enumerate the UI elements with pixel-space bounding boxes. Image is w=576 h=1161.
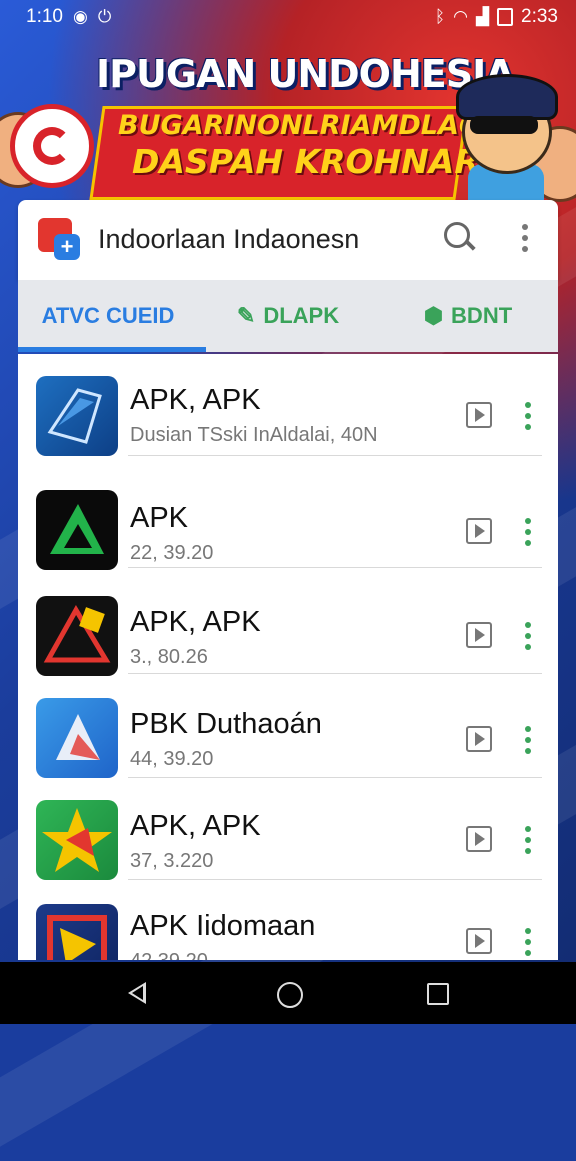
power-icon: ⏻ bbox=[97, 7, 112, 26]
item-menu-icon[interactable] bbox=[525, 518, 531, 546]
clock-right: 2:33 bbox=[521, 6, 558, 27]
item-subtitle: 3., 80.26 bbox=[130, 646, 208, 668]
tab-label: DLAPK bbox=[263, 303, 340, 328]
tab-active-cueid[interactable]: ATVC CUEID bbox=[18, 280, 206, 352]
banner-subtitle-line2: DASPAH KROHNARI! bbox=[132, 142, 508, 181]
bluetooth-icon: ᛒ bbox=[434, 7, 446, 26]
app-title: Indoorlaan Indaonesn bbox=[98, 224, 360, 254]
shield-icon: ⬢ bbox=[423, 303, 444, 328]
brand-logo-icon bbox=[10, 104, 94, 188]
item-title: APK, APK bbox=[130, 810, 261, 842]
item-subtitle: 42.39.20 bbox=[130, 950, 208, 960]
list-item[interactable]: APK, APK 37, 3.220 bbox=[18, 778, 558, 880]
list-item[interactable]: PBK Duthaoán 44, 39.20 bbox=[18, 676, 558, 778]
tab-bar: ATVC CUEID ✎ DLAPK ⬢ BDNT bbox=[18, 280, 558, 352]
item-title: APK, APK bbox=[130, 384, 261, 416]
app-header: + Indoorlaan Indaonesn bbox=[18, 200, 558, 280]
play-icon[interactable] bbox=[466, 726, 492, 752]
app-icon bbox=[36, 698, 118, 778]
wifi-icon: ◠ bbox=[453, 7, 468, 26]
play-icon[interactable] bbox=[466, 622, 492, 648]
app-icon bbox=[36, 800, 118, 880]
item-subtitle: Dusian TSski InAldalai, 40N bbox=[130, 424, 378, 446]
signal-icon: ▟ bbox=[475, 7, 490, 26]
list-item[interactable]: APK Iidomaan 42.39.20 bbox=[18, 880, 558, 960]
app-logo-icon: + bbox=[38, 218, 82, 262]
tab-label: BDNT bbox=[451, 303, 513, 328]
back-icon-inner bbox=[132, 986, 143, 1000]
mascot-image bbox=[452, 68, 558, 204]
edit-icon: ✎ bbox=[236, 303, 256, 328]
item-title: APK bbox=[130, 502, 189, 534]
system-nav-bar bbox=[0, 962, 576, 1024]
app-icon bbox=[36, 490, 118, 570]
item-menu-icon[interactable] bbox=[525, 622, 531, 650]
play-icon[interactable] bbox=[466, 402, 492, 428]
app-list: APK, APK Dusian TSski InAldalai, 40N APK… bbox=[18, 354, 558, 960]
item-menu-icon[interactable] bbox=[525, 402, 531, 430]
list-item[interactable]: APK, APK 3., 80.26 bbox=[18, 572, 558, 676]
app-icon bbox=[36, 596, 118, 676]
item-title: APK Iidomaan bbox=[130, 910, 316, 942]
list-item[interactable]: APK 22, 39.20 bbox=[18, 466, 558, 570]
item-title: APK, APK bbox=[130, 606, 261, 638]
play-icon[interactable] bbox=[466, 928, 492, 954]
battery-icon bbox=[497, 8, 514, 26]
item-menu-icon[interactable] bbox=[525, 826, 531, 854]
search-icon[interactable] bbox=[444, 222, 476, 252]
item-subtitle: 22, 39.20 bbox=[130, 542, 214, 564]
item-menu-icon[interactable] bbox=[525, 726, 531, 754]
play-icon[interactable] bbox=[466, 518, 492, 544]
home-icon[interactable] bbox=[277, 982, 303, 1008]
item-subtitle: 37, 3.220 bbox=[130, 850, 214, 872]
tab-dlapk[interactable]: ✎ DLAPK bbox=[198, 280, 378, 352]
clock-left: 1:10 bbox=[26, 6, 63, 27]
app-icon bbox=[36, 904, 118, 960]
item-title: PBK Duthaoán bbox=[130, 708, 322, 740]
recent-apps-icon[interactable] bbox=[427, 983, 449, 1005]
tab-bdnt[interactable]: ⬢ BDNT bbox=[378, 280, 558, 352]
record-icon: ◉ bbox=[72, 7, 88, 26]
app-icon bbox=[36, 376, 118, 456]
play-icon[interactable] bbox=[466, 826, 492, 852]
list-item[interactable]: APK, APK Dusian TSski InAldalai, 40N bbox=[18, 354, 558, 456]
item-subtitle: 44, 39.20 bbox=[130, 748, 214, 770]
tab-label: ATVC CUEID bbox=[41, 303, 175, 328]
status-bar: 1:10 ◉ ⏻ ᛒ ◠ ▟ 2:33 bbox=[0, 0, 576, 34]
overflow-menu-icon[interactable] bbox=[522, 224, 528, 252]
item-menu-icon[interactable] bbox=[525, 928, 531, 956]
promo-banner[interactable]: IPUGAN UNDOHESIA BUGARINONLRIAMDLAGAN DA… bbox=[0, 34, 576, 204]
